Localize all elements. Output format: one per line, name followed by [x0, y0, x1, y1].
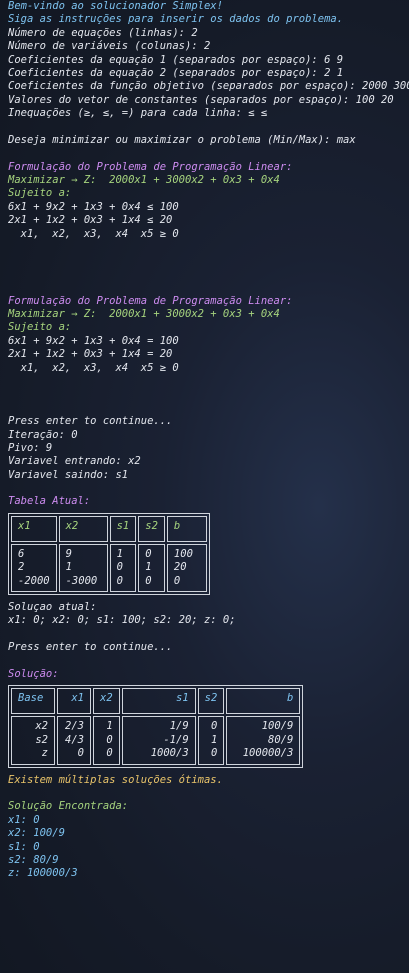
table-cell: 1 0 0 [109, 543, 137, 593]
column-header: s2 [138, 515, 165, 542]
table-cell: 100/9 80/9 100000/3 [226, 716, 301, 765]
table-cell: 100 20 0 [166, 543, 207, 593]
subject-to: Sujeito a: [8, 187, 72, 200]
current-table-title: Tabela Atual: [8, 495, 91, 508]
table-cell: 1 0 0 [93, 716, 120, 765]
prompt-line [8, 121, 405, 134]
multiple-solutions-note: Existem múltiplas soluções ótimas. [8, 773, 223, 786]
current-tableau: x1 x2 s1 s2 b 6 2 -2000 9 1 -3000 1 0 0 … [8, 512, 210, 596]
prompt-line: Inequações (≥, ≤, =) para cada linha: ≤ … [8, 107, 268, 120]
column-header: x1 [11, 515, 57, 542]
formulation-title: Formulação do Problema de Programação Li… [8, 160, 293, 173]
found-value: x2: 100/9 [8, 827, 65, 840]
solution-title: Solução: [8, 668, 59, 681]
table-cell: 0 1 0 [138, 543, 165, 593]
input-prompts: Bem-vindo ao solucionador Simplex! Siga a… [8, 0, 409, 147]
constraint-2: 2x1 + 1x2 + 0x3 + 1x4 = 20 [8, 348, 173, 361]
press-enter-prompt: Press enter to continue... [8, 641, 173, 654]
table-cell: 0 1 0 [197, 716, 225, 765]
column-header: b [166, 515, 207, 542]
iteration-number: Iteração: 0 [8, 428, 78, 441]
found-value: z: 100000/3 [8, 867, 78, 880]
column-header: s1 [121, 688, 196, 715]
nonnegativity: x1, x2, x3, x4 x5 ≥ 0 [8, 361, 179, 374]
table-cell: 9 1 -3000 [58, 543, 108, 593]
terminal-output: Bem-vindo ao solucionador Simplex! Siga a… [8, 0, 409, 881]
column-header: x1 [57, 688, 91, 715]
constraint-1: 6x1 + 9x2 + 1x3 + 0x4 ≤ 100 [8, 200, 179, 213]
column-header: b [226, 688, 301, 715]
current-solution-title: Soluçao atual: [8, 601, 97, 614]
prompt-line: Deseja minimizar ou maximizar o problema… [8, 133, 356, 146]
column-header: x2 [58, 515, 108, 542]
nonnegativity: x1, x2, x3, x4 x5 ≥ 0 [8, 227, 179, 240]
objective-function: Maximizar → Z: 2000x1 + 3000x2 + 0x3 + 0… [8, 307, 280, 320]
found-value: s2: 80/9 [8, 853, 59, 866]
constraint-1: 6x1 + 9x2 + 1x3 + 0x4 = 100 [8, 334, 179, 347]
found-solution-title: Solução Encontrada: [8, 800, 129, 813]
current-solution-values: x1: 0; x2: 0; s1: 100; s2: 20; z: 0; [8, 614, 236, 627]
leaving-variable: Variavel saindo: s1 [8, 468, 129, 481]
table-cell: 2/3 4/3 0 [57, 716, 91, 765]
formulation-title: Formulação do Problema de Programação Li… [8, 294, 293, 307]
press-enter-prompt: Press enter to continue... [8, 415, 173, 428]
constraint-2: 2x1 + 1x2 + 0x3 + 1x4 ≤ 20 [8, 214, 173, 227]
prompt-line: Número de variáveis (colunas): 2 [8, 40, 211, 53]
pivot-value: Pivo: 9 [8, 441, 53, 454]
prompt-line: Valores do vetor de constantes (separado… [8, 93, 394, 106]
prompt-line: Coeficientes da função objetivo (separad… [8, 80, 409, 93]
entering-variable: Variavel entrando: x2 [8, 455, 141, 468]
table-cell: x2 s2 z [11, 716, 55, 765]
formulation-equalities: Formulação do Problema de Programação Li… [8, 295, 405, 375]
formulation-inequalities: Formulação do Problema de Programação Li… [8, 161, 405, 241]
prompt-line: Coeficientes da equação 1 (separados por… [8, 53, 344, 66]
prompt-line: Coeficientes da equação 2 (separados por… [8, 66, 344, 79]
column-header: s2 [197, 688, 225, 715]
column-header: s1 [109, 515, 137, 542]
column-header: Base [11, 688, 55, 715]
prompt-line: Número de equações (linhas): 2 [8, 26, 198, 39]
prompt-line: Siga as instruções para inserir os dados… [8, 13, 344, 26]
solution-table: Base x1 x2 s1 s2 b x2 s2 z 2/3 4/3 0 1 0… [8, 685, 304, 768]
subject-to: Sujeito a: [8, 321, 72, 334]
table-cell: 1/9 -1/9 1000/3 [121, 716, 196, 765]
prompt-line: Bem-vindo ao solucionador Simplex! [8, 0, 223, 12]
table-cell: 6 2 -2000 [11, 543, 57, 593]
objective-function: Maximizar → Z: 2000x1 + 3000x2 + 0x3 + 0… [8, 174, 280, 187]
found-value: s1: 0 [8, 840, 40, 853]
column-header: x2 [93, 688, 120, 715]
found-value: x1: 0 [8, 813, 40, 826]
